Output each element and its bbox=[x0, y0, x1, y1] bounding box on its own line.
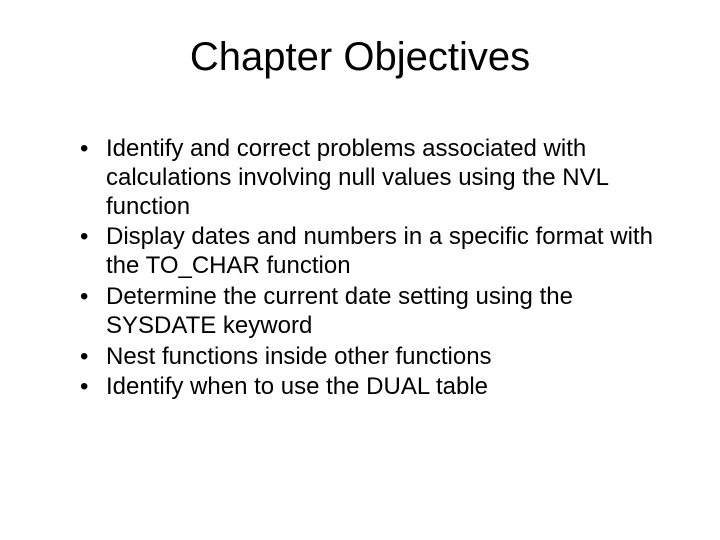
slide-container: Chapter Objectives Identify and correct … bbox=[0, 0, 720, 540]
list-item: Nest functions inside other functions bbox=[80, 343, 670, 372]
list-item: Display dates and numbers in a specific … bbox=[80, 223, 670, 281]
bullet-list: Identify and correct problems associated… bbox=[50, 135, 670, 402]
list-item: Identify and correct problems associated… bbox=[80, 135, 670, 221]
slide-title: Chapter Objectives bbox=[50, 35, 670, 80]
list-item: Identify when to use the DUAL table bbox=[80, 373, 670, 402]
list-item: Determine the current date setting using… bbox=[80, 283, 670, 341]
